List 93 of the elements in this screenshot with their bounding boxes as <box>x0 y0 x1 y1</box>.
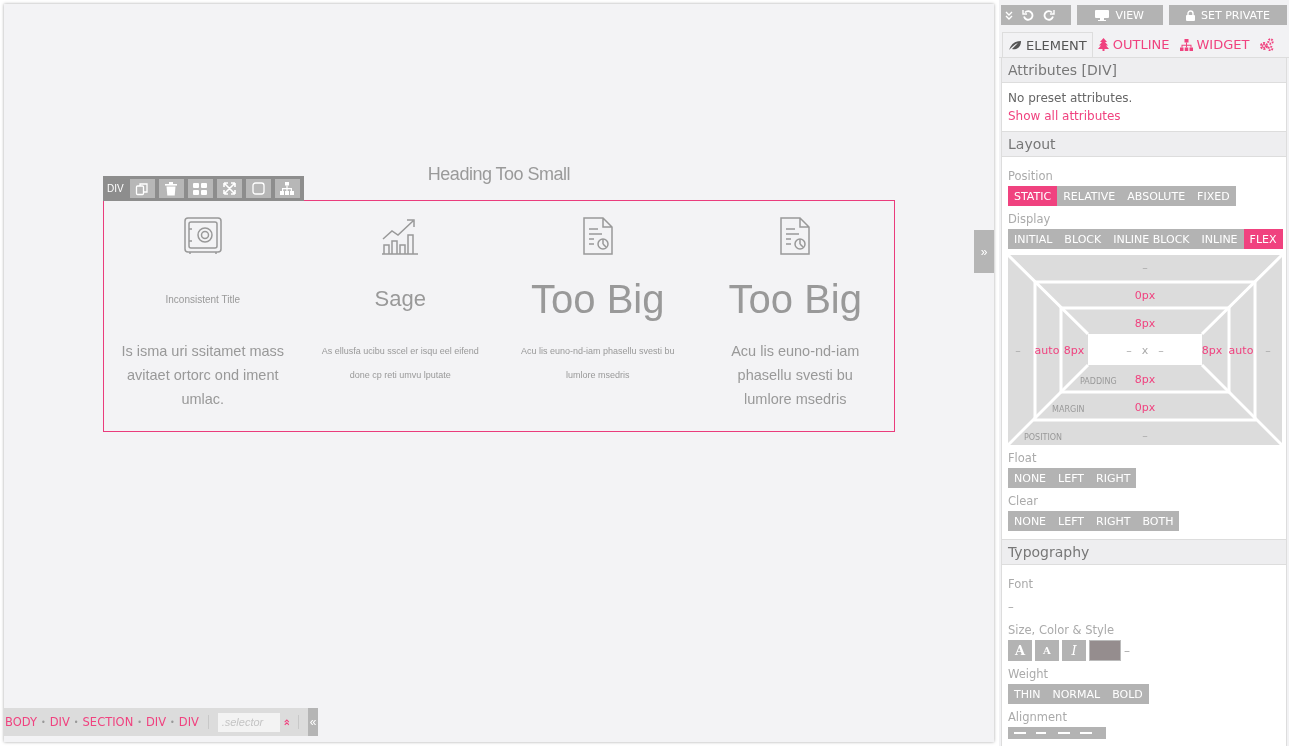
margin-top-value[interactable]: 0px <box>1134 288 1156 302</box>
position-right-value[interactable]: – <box>1265 343 1271 357</box>
section-header[interactable]: Attributes [DIV] <box>1002 58 1286 83</box>
position-bottom-value[interactable]: – <box>1142 428 1148 442</box>
breadcrumb-item[interactable]: DIV <box>145 715 167 729</box>
field-label: Font <box>1008 577 1034 591</box>
field-label: Position <box>1008 169 1053 183</box>
tree-icon <box>1097 38 1109 51</box>
feature-title: Inconsistent Title <box>165 292 240 307</box>
chevrons-down-icon[interactable] <box>1005 10 1013 20</box>
option-button[interactable]: FLEX <box>1243 229 1283 249</box>
monitor-icon <box>1095 9 1110 21</box>
breadcrumb-item[interactable]: DIV <box>178 715 199 729</box>
alignment-buttons[interactable] <box>1008 727 1106 739</box>
margin-bottom-value[interactable]: 0px <box>1134 400 1156 414</box>
field-label: Display <box>1008 212 1051 226</box>
square-button[interactable] <box>245 179 271 198</box>
font-value[interactable]: – <box>1008 600 1014 614</box>
option-button[interactable]: STATIC <box>1008 186 1058 206</box>
style-value: – <box>1124 643 1130 658</box>
field-label: Weight <box>1008 667 1049 681</box>
redo-icon[interactable] <box>1043 9 1055 21</box>
margin-left-value[interactable]: auto <box>1034 343 1060 357</box>
settings-icon <box>1259 38 1275 51</box>
style-button[interactable]: I <box>1062 640 1086 661</box>
width-value[interactable]: – <box>1126 343 1132 357</box>
color-swatch[interactable] <box>1089 640 1121 661</box>
attributes-note: No preset attributes. <box>1008 91 1133 105</box>
selected-element-frame[interactable] <box>103 200 895 432</box>
feature-text: Acu lis euno-nd-iam phasellu svesti bu lumlore msedris <box>730 342 861 409</box>
feature-title: Too Big <box>728 275 862 323</box>
trash-icon <box>165 181 178 196</box>
square-icon <box>251 182 265 195</box>
feature-title: Sage <box>374 285 426 313</box>
view-button[interactable]: VIEW <box>1076 5 1163 25</box>
position-label: POSITION <box>1024 432 1063 442</box>
set-private-button[interactable]: SET PRIVATE <box>1168 5 1287 25</box>
leaf-icon <box>1008 39 1022 51</box>
hierarchy-icon <box>280 182 295 195</box>
panel-tab[interactable]: WIDGET <box>1174 32 1255 57</box>
field-label: Size, Color & Style <box>1008 623 1115 637</box>
style-button[interactable]: A <box>1008 640 1032 661</box>
element-tag: DIV <box>107 183 124 194</box>
expand-button[interactable] <box>216 179 242 198</box>
duplicate-button[interactable] <box>129 179 155 198</box>
padding-left-value[interactable]: 8px <box>1063 343 1085 357</box>
breadcrumb-item[interactable]: DIV <box>49 715 70 729</box>
field-label: Alignment <box>1008 710 1067 724</box>
section-heading: Heading Too Small <box>427 164 571 186</box>
feature-text: Acu lis euno-nd-iam phasellu svesti bu lumlore msedris <box>519 345 676 382</box>
sitemap-icon <box>1179 38 1193 51</box>
panel-tab[interactable]: OUTLINE <box>1092 32 1175 57</box>
field-label: Clear <box>1008 494 1039 508</box>
collapse-button[interactable]: « <box>308 708 318 736</box>
padding-top-value[interactable]: 8px <box>1134 316 1156 330</box>
breadcrumb-item[interactable]: SECTION <box>82 715 134 729</box>
document-icon <box>780 217 811 255</box>
delete-button[interactable] <box>158 179 184 198</box>
panel-tab[interactable]: ELEMENT <box>1002 32 1093 57</box>
expand-panel-button[interactable]: » <box>974 230 994 273</box>
feature-text: As ellusfa ucibu sscel er isqu eel eifend done cp reti umvu lputate <box>320 345 480 382</box>
show-all-attributes-link[interactable]: Show all attributes <box>1008 109 1121 123</box>
document-icon <box>582 217 613 255</box>
field-label: Float <box>1008 451 1037 465</box>
feature-text: Is isma uri ssitamet mass avitaet ortorc ond iment umlac. <box>120 342 286 409</box>
lock-icon <box>1186 9 1195 21</box>
grid-button[interactable] <box>187 179 213 198</box>
padding-label: PADDING <box>1080 376 1117 386</box>
position-left-value[interactable]: – <box>1015 343 1021 357</box>
hierarchy-button[interactable] <box>274 179 300 198</box>
margin-label: MARGIN <box>1052 404 1085 414</box>
position-top-value[interactable]: – <box>1142 260 1148 274</box>
padding-bottom-value[interactable]: 8px <box>1134 372 1156 386</box>
copy-icon <box>135 181 150 196</box>
breadcrumb-separator: • <box>137 717 142 727</box>
chevrons-up-icon[interactable] <box>283 717 290 727</box>
safe-icon <box>183 217 222 255</box>
style-button[interactable]: A <box>1035 640 1059 661</box>
breadcrumb-separator: • <box>41 717 46 727</box>
feature-title: Too Big <box>531 275 665 323</box>
height-value[interactable]: – <box>1158 343 1164 357</box>
undo-icon[interactable] <box>1022 9 1034 21</box>
breadcrumb-separator: • <box>73 717 79 727</box>
section-header[interactable]: Layout <box>1002 131 1286 157</box>
growth-chart-icon <box>381 217 420 255</box>
padding-right-value[interactable]: 8px <box>1201 343 1223 357</box>
breadcrumb-item[interactable]: BODY <box>5 715 37 729</box>
breadcrumb-separator: • <box>170 717 175 727</box>
size-separator: x <box>1141 343 1149 357</box>
grid-icon <box>193 182 208 195</box>
expand-icon <box>222 182 236 195</box>
section-header[interactable]: Typography <box>1002 539 1286 565</box>
margin-right-value[interactable]: auto <box>1228 343 1254 357</box>
